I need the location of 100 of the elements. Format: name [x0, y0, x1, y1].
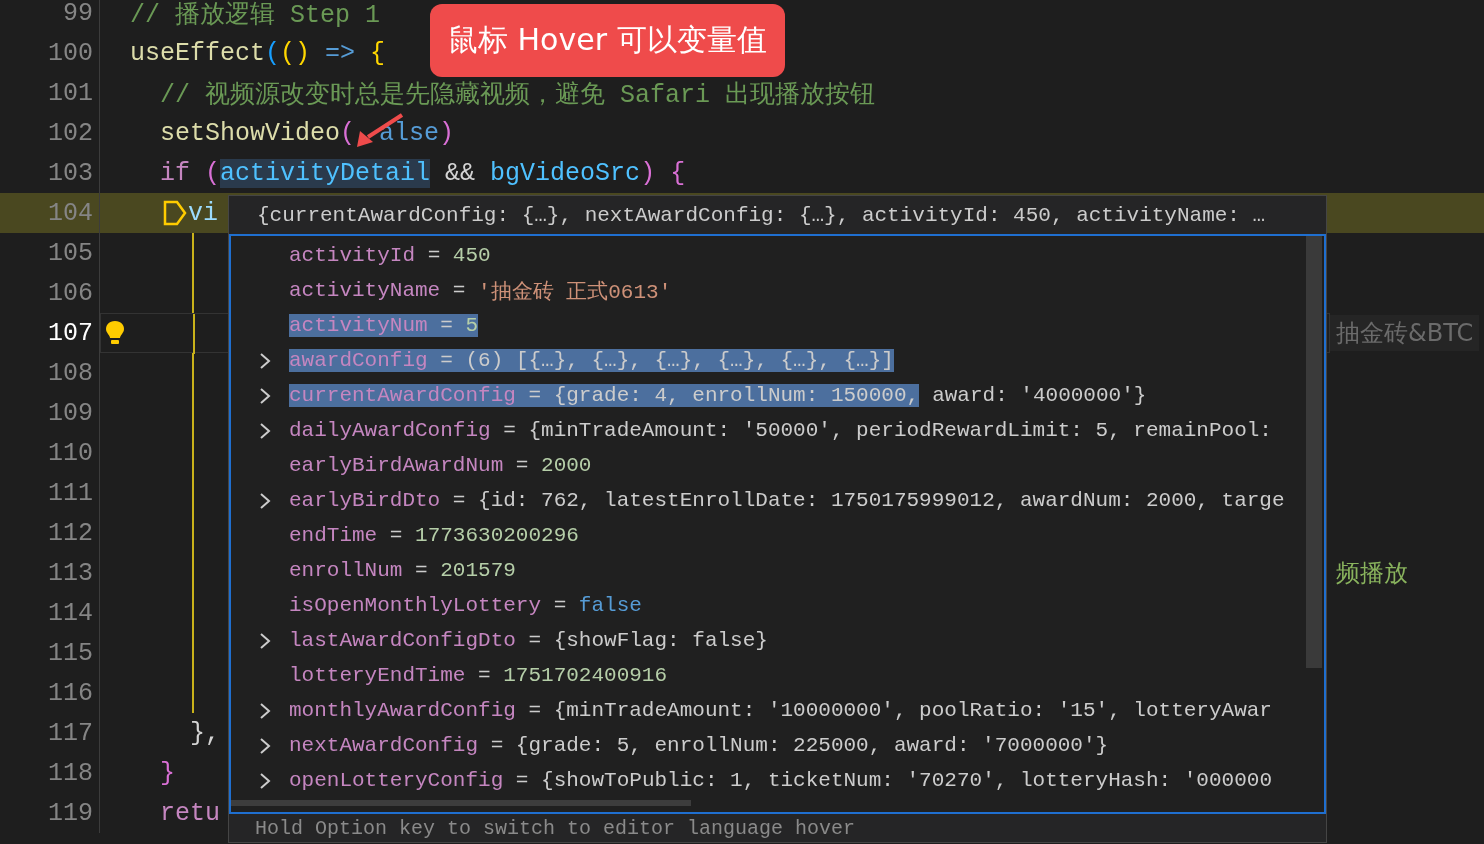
code-token: ) [640, 158, 656, 188]
line-number: 103 [47, 158, 93, 188]
lightbulb-icon[interactable] [105, 319, 125, 347]
code-token: }, [189, 718, 220, 748]
vertical-scrollbar[interactable] [1306, 236, 1322, 668]
equals-sign: = [489, 734, 505, 757]
line-number: 99 [62, 0, 93, 28]
variable-name: lotteryEndTime [289, 664, 466, 687]
variable-value: (6) [{…}, {…}, {…}, {…}, {…}, {…}] [465, 349, 894, 372]
line-number: 104 [47, 198, 93, 228]
variable-value: 201579 [440, 559, 516, 582]
line-number: 113 [47, 558, 93, 588]
variable-value: 450 [452, 244, 491, 267]
code-token: // 视频源改变时总是先隐藏视频，避免 Safari 出现播放按钮 [159, 79, 876, 110]
code-token: setShowVideo [159, 118, 341, 148]
line-number: 102 [47, 118, 93, 148]
line-number: 100 [47, 38, 93, 68]
variable-value: award: '4000000'} [932, 384, 1147, 407]
variable-value: {id: 762, latestEnrollDate: 1750175999012, awardNum: 2000, targe [478, 489, 1285, 512]
code-token: bgVideoSrc [489, 158, 641, 188]
variable-name: activityName [289, 279, 441, 302]
code-token: } [159, 758, 175, 788]
code-token: retu [159, 798, 220, 828]
equals-sign: = [451, 279, 467, 302]
variable-name: nextAwardConfig [289, 734, 479, 757]
line-number: 106 [47, 278, 93, 308]
equals-sign: = [527, 629, 543, 652]
variable-name: lastAwardConfigDto [289, 629, 516, 652]
variable-value: 1751702400916 [503, 664, 668, 687]
equals-sign: = [427, 314, 466, 337]
variable-name: activityId [289, 244, 416, 267]
line-number: 109 [47, 398, 93, 428]
equals-sign: = [514, 769, 530, 792]
code-token: => [324, 38, 356, 68]
line-number: 114 [47, 598, 93, 628]
line-number: 117 [47, 718, 93, 748]
code-comment: 频播放 [1335, 558, 1409, 589]
line-number: 111 [47, 478, 93, 508]
code-token: () [280, 38, 311, 68]
variable-value: {showToPublic: 1, ticketNum: '70270', lotteryHash: '000000 [541, 769, 1272, 792]
line-number: 118 [47, 758, 93, 788]
code-token: vi [188, 198, 218, 228]
variable-value: 2000 [541, 454, 592, 477]
debug-stop-icon [162, 199, 188, 227]
variable-name: dailyAwardConfig [289, 419, 491, 442]
equals-sign: = [477, 664, 492, 687]
equals-sign: = [414, 559, 429, 582]
equals-sign: = [427, 349, 466, 372]
code-token: // 播放逻辑 Step 1 [130, 0, 381, 30]
code-token: useEffect [130, 38, 266, 68]
variable-value: 1773630200296 [415, 524, 579, 547]
annotation-callout: 鼠标 Hover 可以变量值 [430, 4, 785, 77]
hover-summary: {currentAwardConfig: {…}, nextAwardConfig: {…}, activityId: 450, activityName: … [229, 196, 1326, 236]
variable-name: earlyBirdDto [289, 489, 441, 512]
equals-sign: = [515, 384, 554, 407]
variable-name: isOpenMonthlyLottery [289, 594, 542, 617]
equals-sign: = [502, 419, 517, 442]
variable-value: {minTradeAmount: '10000000', poolRatio: '15', lotteryAwar [553, 699, 1272, 722]
equals-sign: = [426, 244, 442, 267]
line-number: 108 [47, 358, 93, 388]
variable-value: {grade: 4, enrollNum: 150000, [553, 384, 920, 407]
variable-value: {grade: 5, enrollNum: 225000, award: '7000000'} [515, 734, 1109, 757]
equals-sign: = [388, 524, 404, 547]
variable-name: awardConfig [289, 349, 428, 372]
code-token: ( [340, 118, 356, 148]
code-token: && [444, 158, 476, 188]
horizontal-scrollbar[interactable] [231, 800, 691, 806]
variable-name: currentAwardConfig [289, 384, 516, 407]
variable-value: false [578, 594, 642, 617]
variable-name: monthlyAwardConfig [289, 699, 516, 722]
line-number: 110 [47, 438, 93, 468]
code-token: activityDetail [220, 158, 431, 188]
line-number: 112 [47, 518, 93, 548]
code-token: alse [379, 118, 440, 148]
variable-name: activityNum [289, 314, 428, 337]
line-number: 116 [47, 678, 93, 708]
line-number: 119 [47, 798, 93, 828]
code-token: if [159, 158, 190, 188]
variable-name: earlyBirdAwardNum [289, 454, 504, 477]
line-number: 105 [47, 238, 93, 268]
equals-sign: = [451, 489, 467, 512]
equals-sign: = [527, 699, 543, 722]
variable-name: openLotteryConfig [289, 769, 504, 792]
code-token: { [669, 158, 686, 188]
hover-hint: Hold Option key to switch to editor language hover [229, 814, 1326, 842]
code-token: ) [439, 118, 455, 148]
line-number: 101 [47, 78, 93, 108]
equals-sign: = [552, 594, 568, 617]
equals-sign: = [514, 454, 530, 477]
variable-value: {minTradeAmount: '50000', periodRewardLimit: 5, remainPool: [528, 419, 1272, 442]
variable-name: endTime [289, 524, 378, 547]
variable-name: enrollNum [289, 559, 403, 582]
code-token: ( [265, 38, 281, 68]
line-number: 115 [47, 638, 93, 668]
variable-value: 5 [465, 314, 479, 337]
inline-hint: 抽金砖&BTC [1330, 315, 1480, 351]
variable-value: {showFlag: false} [553, 629, 768, 652]
variable-value: '抽金砖 正式0613' [478, 279, 672, 305]
line-number: 107 [47, 318, 93, 348]
code-token: { [369, 38, 386, 68]
